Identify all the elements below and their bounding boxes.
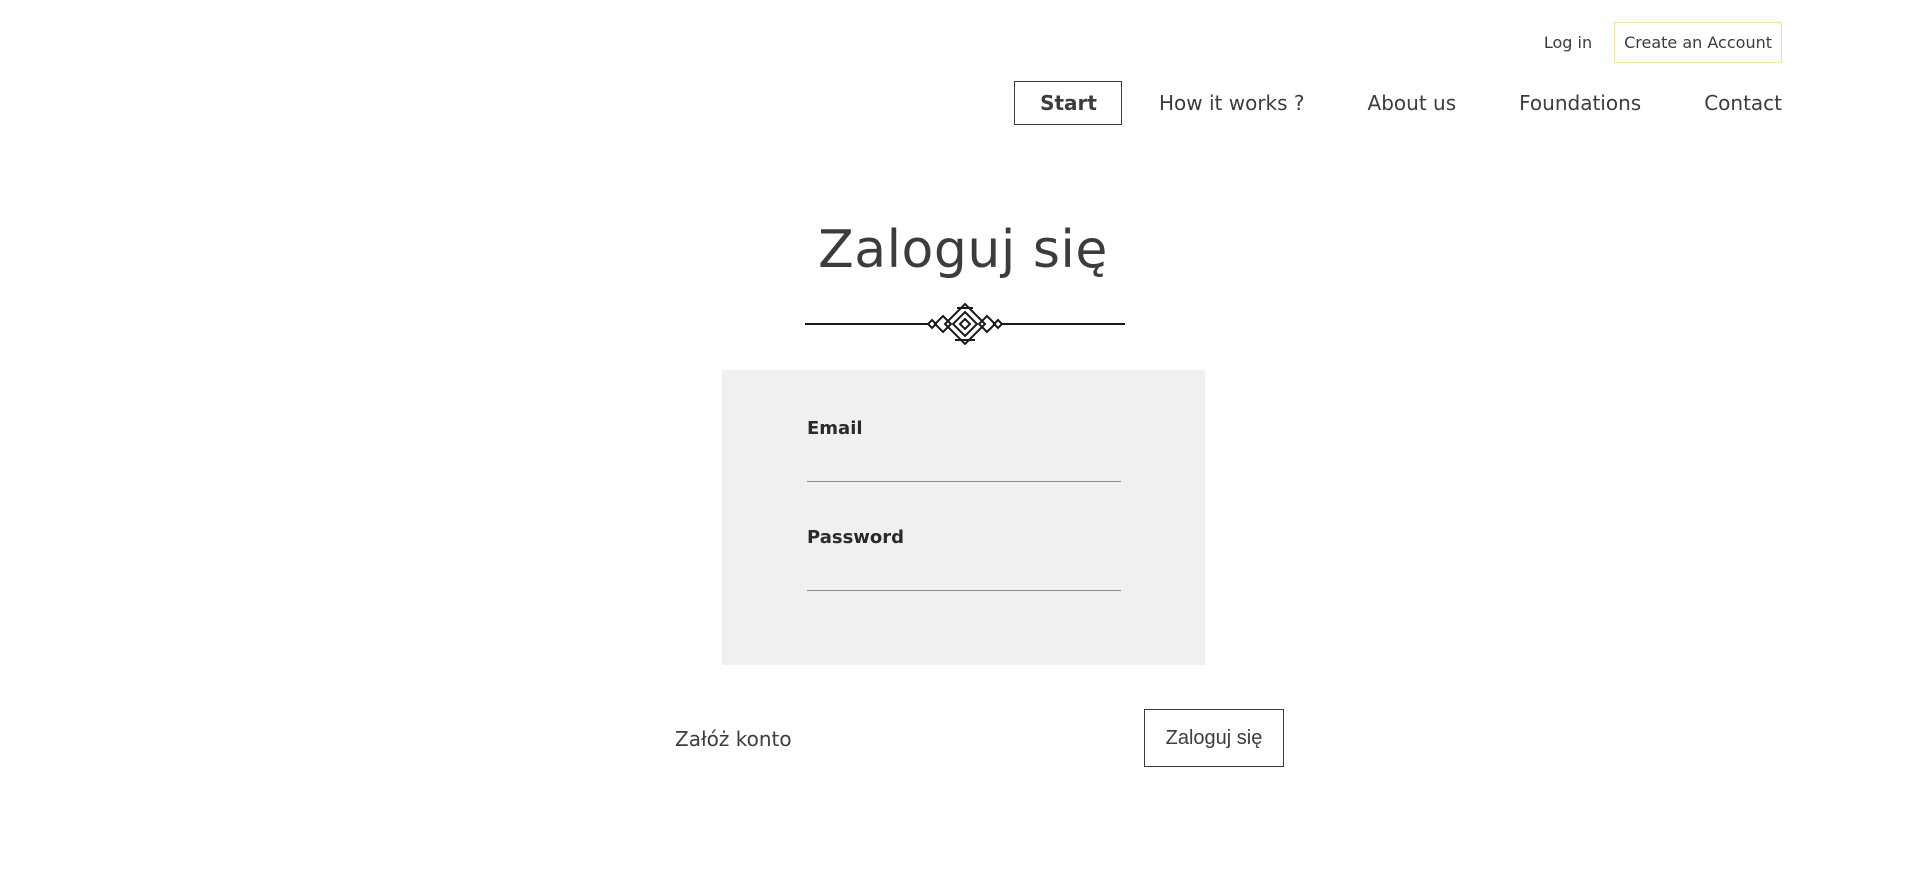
password-field-group: Password: [807, 527, 1121, 591]
register-link[interactable]: Załóż konto: [675, 727, 792, 751]
email-label: Email: [807, 418, 863, 439]
account-links: Log in Create an Account: [1544, 22, 1782, 63]
page-title: Zaloguj się: [818, 220, 1108, 280]
email-input[interactable]: [807, 449, 1121, 482]
ornament-divider-icon: [805, 302, 1125, 346]
nav-item-how-it-works[interactable]: How it works ?: [1159, 91, 1305, 115]
login-submit-button[interactable]: Zaloguj się: [1144, 709, 1284, 767]
nav-item-foundations[interactable]: Foundations: [1519, 91, 1641, 115]
login-link[interactable]: Log in: [1544, 33, 1592, 52]
login-form: Email Password: [722, 370, 1205, 665]
email-field-group: Email: [807, 418, 1121, 482]
create-account-link[interactable]: Create an Account: [1614, 22, 1782, 63]
password-label: Password: [807, 527, 905, 548]
nav-item-contact[interactable]: Contact: [1704, 91, 1782, 115]
main-nav: Start How it works ? About us Foundation…: [1014, 81, 1782, 125]
nav-item-about-us[interactable]: About us: [1368, 91, 1457, 115]
password-input[interactable]: [807, 558, 1121, 591]
nav-item-start[interactable]: Start: [1014, 81, 1122, 125]
